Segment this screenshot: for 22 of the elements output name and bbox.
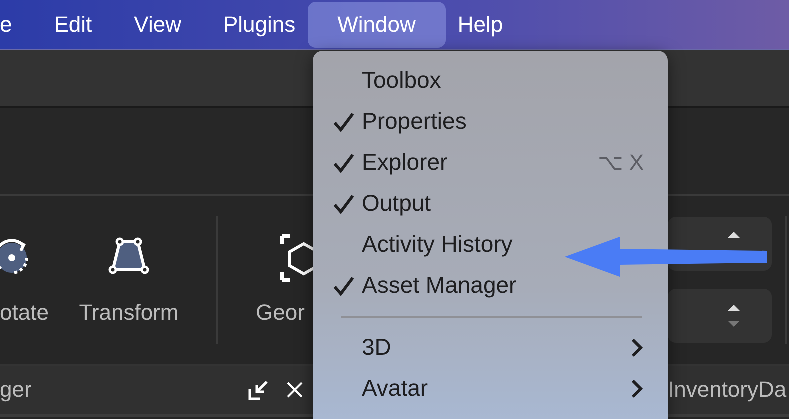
menu-entry[interactable]: Avatar [313, 368, 668, 409]
menu-item[interactable]: View [113, 2, 202, 48]
menu-entry[interactable]: Activity History [313, 224, 668, 265]
shortcut-label: ⌥ X [598, 150, 644, 176]
stepper-icon[interactable] [726, 231, 742, 239]
tool-label[interactable]: Geor [256, 300, 305, 326]
menu-item[interactable]: Edit [33, 2, 114, 48]
menu-entry[interactable]: Asset Manager [313, 265, 668, 306]
tab-title[interactable]: InventoryDa [668, 377, 789, 403]
tool-label[interactable]: otate [0, 300, 49, 326]
tool-label[interactable]: Transform [79, 300, 179, 326]
menu-item[interactable]: Window [308, 2, 446, 48]
menu-item[interactable]: e [0, 2, 34, 48]
menu-entry[interactable]: Output [313, 183, 668, 224]
menu-entry[interactable]: Properties [313, 101, 668, 142]
dock-icon[interactable] [248, 379, 270, 401]
menu-entry[interactable]: Toolbox [313, 60, 668, 101]
menu-entry[interactable]: 3D [313, 327, 668, 368]
panel-title: ger [0, 377, 33, 403]
chevron-icon [630, 378, 644, 400]
chevron-icon [630, 336, 644, 358]
menu-entry[interactable]: Explorer ⌥ X [313, 142, 668, 183]
